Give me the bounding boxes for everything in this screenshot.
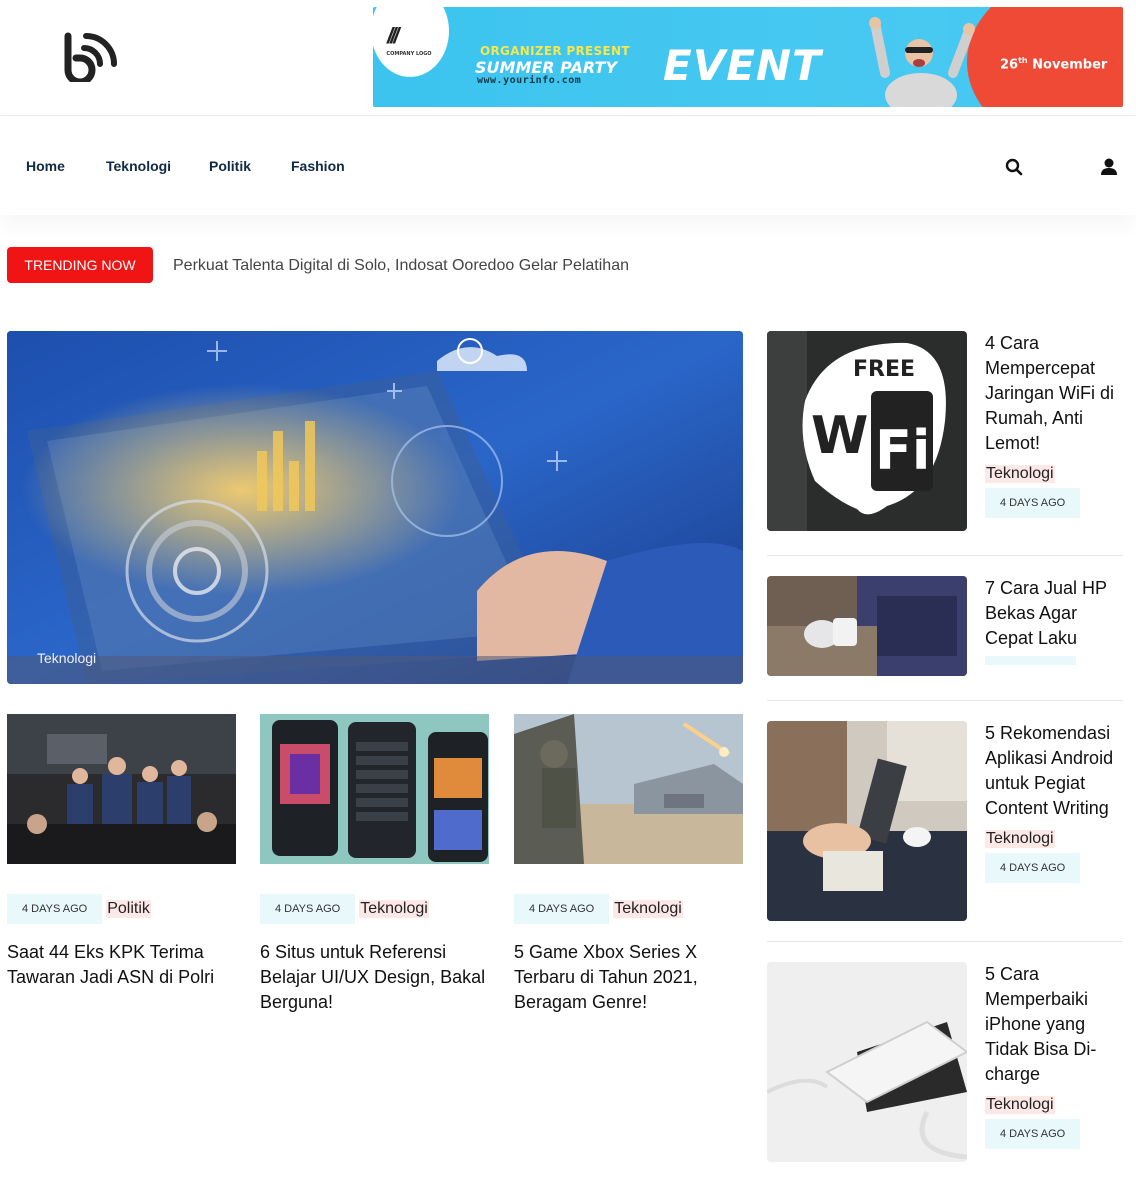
banner-url: www.yourinfo.com	[477, 75, 582, 86]
nav-item-teknologi[interactable]: Teknologi	[106, 158, 171, 174]
nav-item-home[interactable]: Home	[26, 158, 65, 174]
sidebar-article-title[interactable]: 5 Cara Memperbaiki iPhone yang Tidak Bis…	[985, 962, 1125, 1087]
sidebar-thumbnail[interactable]	[767, 576, 967, 676]
article-card[interactable]: 4 DAYS AGO Teknologi 6 Situs untuk Refer…	[260, 714, 489, 1012]
article-thumbnail[interactable]	[7, 714, 236, 864]
banner-company-logo-text: COMPANY LOGO	[386, 51, 432, 57]
sidebar-article-title[interactable]: 5 Rekomendasi Aplikasi Android untuk Peg…	[985, 721, 1125, 821]
article-card[interactable]: 4 DAYS AGO Politik Saat 44 Eks KPK Terim…	[7, 714, 236, 987]
nav-item-politik[interactable]: Politik	[209, 158, 251, 174]
sidebar-divider	[767, 700, 1123, 701]
sidebar-article[interactable]: FREE Wi Fi 4 Cara Mempercepat Jaringan W…	[767, 331, 1123, 531]
banner-date: 26th November	[1000, 56, 1108, 73]
banner-organizer: ORGANIZER PRESENT	[480, 44, 630, 58]
ad-banner[interactable]: /// COMPANY LOGO ORGANIZER PRESENT SUMME…	[373, 7, 1123, 107]
banner-logo-circle	[373, 7, 449, 77]
sidebar-article[interactable]: 5 Cara Memperbaiki iPhone yang Tidak Bis…	[767, 962, 1123, 1162]
time-badge: 4 DAYS AGO	[7, 894, 103, 924]
banner-company-logo-icon: ///	[387, 23, 399, 48]
site-logo-icon[interactable]	[64, 30, 120, 82]
category-link[interactable]: Teknologi	[985, 830, 1055, 848]
nav-item-fashion[interactable]: Fashion	[291, 158, 345, 174]
article-thumbnail[interactable]	[514, 714, 743, 864]
site-header: /// COMPANY LOGO ORGANIZER PRESENT SUMME…	[0, 0, 1136, 116]
article-thumbnail[interactable]	[260, 714, 489, 864]
time-badge: 4 DAYS AGO	[985, 853, 1081, 883]
user-icon[interactable]	[1099, 157, 1119, 177]
sidebar-article[interactable]: 7 Cara Jual HP Bekas Agar Cepat Laku	[767, 576, 1123, 676]
category-link[interactable]: Politik	[106, 900, 151, 918]
time-badge	[985, 656, 1076, 665]
category-link[interactable]: Teknologi	[985, 1096, 1055, 1114]
article-title[interactable]: 6 Situs untuk Referensi Belajar UI/UX De…	[260, 940, 489, 1015]
time-badge: 4 DAYS AGO	[514, 894, 610, 924]
category-link[interactable]: Teknologi	[359, 900, 429, 918]
article-title[interactable]: Saat 44 Eks KPK Terima Tawaran Jadi ASN …	[7, 940, 236, 990]
sidebar-thumbnail[interactable]: FREE Wi Fi	[767, 331, 967, 531]
sidebar-divider	[767, 555, 1123, 556]
time-badge: 4 DAYS AGO	[985, 488, 1081, 518]
main-nav: Home Teknologi Politik Fashion	[0, 117, 1136, 215]
hero-image	[7, 331, 743, 684]
sidebar-thumbnail[interactable]	[767, 962, 967, 1162]
category-link[interactable]: Teknologi	[985, 465, 1055, 483]
banner-event: EVENT	[663, 41, 822, 90]
sidebar-article[interactable]: 5 Rekomendasi Aplikasi Android untuk Peg…	[767, 721, 1123, 921]
trending-now-badge[interactable]: TRENDING NOW	[7, 247, 153, 283]
svg-text:FREE: FREE	[853, 357, 915, 382]
category-link[interactable]: Teknologi	[613, 900, 683, 918]
hero-article[interactable]: Teknologi	[7, 331, 743, 684]
article-meta: 4 DAYS AGO Teknologi	[514, 894, 683, 924]
hero-caption-bar	[7, 656, 743, 684]
article-meta: 4 DAYS AGO Teknologi	[260, 894, 429, 924]
time-badge: 4 DAYS AGO	[985, 1119, 1081, 1149]
sidebar-article-title[interactable]: 4 Cara Mempercepat Jaringan WiFi di Ruma…	[985, 331, 1125, 456]
banner-person-image	[869, 17, 975, 107]
svg-text:Fi: Fi	[875, 419, 930, 482]
search-icon[interactable]	[1004, 157, 1024, 177]
sidebar-thumbnail[interactable]	[767, 721, 967, 921]
trending-headline[interactable]: Perkuat Talenta Digital di Solo, Indosat…	[173, 257, 629, 275]
time-badge: 4 DAYS AGO	[260, 894, 356, 924]
article-meta: 4 DAYS AGO Politik	[7, 894, 151, 924]
hero-category[interactable]: Teknologi	[37, 650, 96, 666]
article-card[interactable]: 4 DAYS AGO Teknologi 5 Game Xbox Series …	[514, 714, 743, 1012]
article-title[interactable]: 5 Game Xbox Series X Terbaru di Tahun 20…	[514, 940, 743, 1015]
sidebar-divider	[767, 941, 1123, 942]
sidebar-article-title[interactable]: 7 Cara Jual HP Bekas Agar Cepat Laku	[985, 576, 1125, 651]
